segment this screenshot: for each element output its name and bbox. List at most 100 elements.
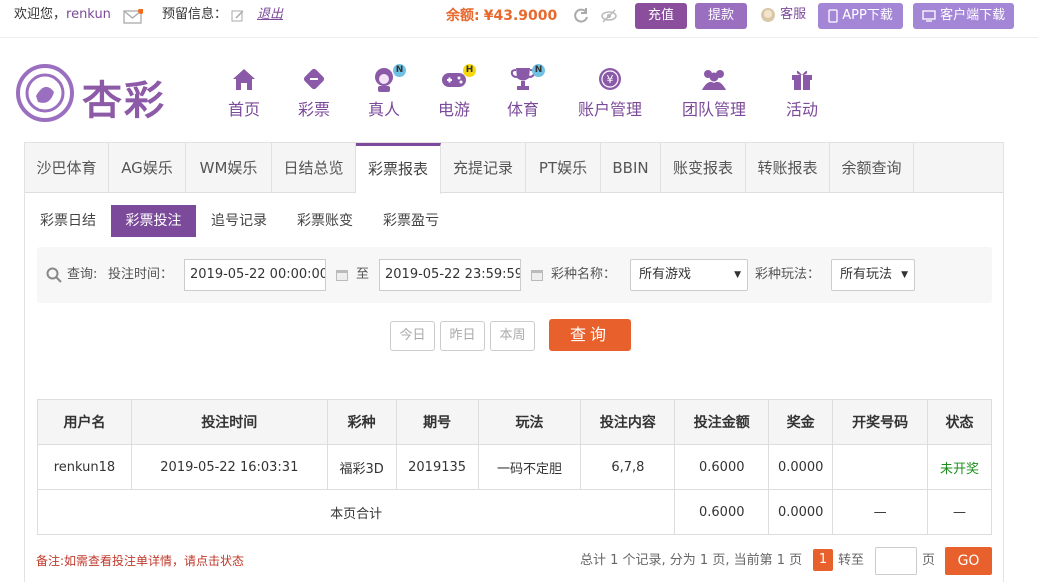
subtotal-prize: 0.0000 [768,489,834,535]
service-label: 客服 [780,7,807,22]
calendar-icon[interactable] [530,268,544,282]
deposit-button[interactable]: 充值 [635,3,687,29]
lottery-icon [303,68,325,90]
calendar-icon[interactable] [335,268,349,282]
query-label: 查询: [67,267,98,282]
col-amount: 投注金额 [674,399,770,445]
nav-account[interactable]: ¥ 账户管理 [576,66,644,120]
nav-lottery[interactable]: 彩票 [296,66,332,120]
monitor-icon [922,9,936,22]
lottery-select[interactable]: 所有游戏 ▼ [630,259,748,291]
withdraw-button[interactable]: 提款 [695,3,747,29]
this-week-button[interactable]: 本周 [490,321,535,351]
client-download-button[interactable]: 客户端下载 [913,3,1014,29]
col-status: 状态 [927,399,992,445]
refresh-icon[interactable] [572,1,590,31]
tab-saba-sports[interactable]: 沙巴体育 [25,143,109,193]
col-issue: 期号 [395,399,479,445]
service-icon [761,7,775,22]
play-label: 彩种玩法： [755,267,821,282]
cell-amount: 0.6000 [674,444,770,490]
page-unit-label: 页 [922,553,936,568]
subtab-daily[interactable]: 彩票日结 [25,205,111,237]
mail-icon[interactable] [123,2,143,32]
go-button[interactable]: GO [945,547,992,575]
cell-lottery: 福彩3D [326,444,397,490]
phone-icon [828,8,838,23]
hide-balance-icon[interactable] [600,1,618,31]
cell-bet-time: 2019-05-22 16:03:31 [130,444,328,490]
yesterday-button[interactable]: 昨日 [440,321,485,351]
col-username: 用户名 [37,399,132,445]
subtotal-status: — [927,489,992,535]
logo-emblem-icon [16,64,74,122]
edit-icon[interactable] [231,1,245,31]
welcome-text: 欢迎您，renkun [14,0,111,30]
end-time-input[interactable]: 2019-05-22 23:59:59 [379,259,521,291]
col-draw-number: 开奖号码 [832,399,929,445]
tab-balance-query[interactable]: 余额查询 [830,143,914,193]
logout-link[interactable]: 退出 [257,0,283,30]
page-input[interactable] [875,547,917,575]
current-page[interactable]: 1 [813,549,833,571]
service-link[interactable]: 客服 [760,0,806,30]
nav-team[interactable]: 团队管理 [680,66,748,120]
app-download-button[interactable]: APP下载 [818,3,903,29]
nav-label: 团队管理 [681,100,746,119]
subtotal-row: 本页合计 0.6000 0.0000 — — [36,489,992,535]
nav-live[interactable]: N 真人 [366,64,406,120]
chevron-down-icon: ▼ [734,270,741,280]
subtab-chase[interactable]: 追号记录 [196,205,282,237]
tab-daily-overview[interactable]: 日结总览 [272,143,356,193]
lottery-name-label: 彩种名称： [551,267,617,282]
nav-label: 电游 [437,100,470,119]
bets-table: 用户名 投注时间 彩种 期号 玩法 投注内容 投注金额 奖金 开奖号码 状态 r… [36,399,992,535]
subtab-bets[interactable]: 彩票投注 [111,205,196,237]
nav-home[interactable]: 首页 [226,66,262,120]
table-header-row: 用户名 投注时间 彩种 期号 玩法 投注内容 投注金额 奖金 开奖号码 状态 [37,399,992,445]
client-download-label: 客户端下载 [940,8,1006,23]
svg-text:¥: ¥ [607,73,614,86]
col-play: 玩法 [477,399,582,445]
search-icon [46,247,62,303]
subtab-profit-loss[interactable]: 彩票盈亏 [368,205,454,237]
subtotal-amount: 0.6000 [674,489,770,535]
tab-ag[interactable]: AG娱乐 [109,143,186,193]
username[interactable]: renkun [66,7,111,22]
nav-label: 彩票 [297,100,330,119]
table-row: renkun18 2019-05-22 16:03:31 福彩3D 201913… [37,444,992,490]
new-badge: N [532,64,545,77]
pagination-summary: 总计 1 个记录, 分为 1 页, 当前第 1 页 [580,553,803,568]
tab-pt[interactable]: PT娱乐 [526,143,601,193]
col-prize: 奖金 [768,399,834,445]
tab-transfer[interactable]: 转账报表 [746,143,830,193]
cell-draw-number [832,444,929,490]
start-time-input[interactable]: 2019-05-22 00:00:00 [184,259,326,291]
today-button[interactable]: 今日 [390,321,435,351]
tab-wm[interactable]: WM娱乐 [186,143,272,193]
nav-label: 账户管理 [577,100,642,119]
remark-note: 备注:如需查看投注单详情，请点击状态 [36,554,245,568]
cell-issue: 2019135 [395,444,479,490]
subtab-account-change[interactable]: 彩票账变 [282,205,368,237]
nav-games[interactable]: H 电游 [436,64,476,120]
play-select[interactable]: 所有玩法 ▼ [831,259,915,291]
filter-bar: 查询: 投注时间： 2019-05-22 00:00:00 至 2019-05-… [37,247,992,303]
app-download-label: APP下载 [842,8,893,23]
cell-username: renkun18 [37,444,132,490]
cell-play: 一码不定胆 [477,444,582,490]
team-icon [702,70,726,90]
tab-deposit-withdraw[interactable]: 充提记录 [441,143,526,193]
nav-promotions[interactable]: 活动 [784,66,820,120]
nav-sports[interactable]: N 体育 [505,64,545,120]
cell-content: 6,7,8 [580,444,676,490]
status-link[interactable]: 未开奖 [927,444,992,490]
logo[interactable]: 杏彩 [14,62,169,124]
tab-account-change[interactable]: 账变报表 [661,143,746,193]
search-button[interactable]: 查询 [549,319,631,351]
tab-bbin[interactable]: BBIN [601,143,661,193]
tab-lottery-report[interactable]: 彩票报表 [356,143,441,194]
to-label: 至 [356,267,370,282]
nav-label: 活动 [785,100,818,119]
cell-prize: 0.0000 [768,444,834,490]
